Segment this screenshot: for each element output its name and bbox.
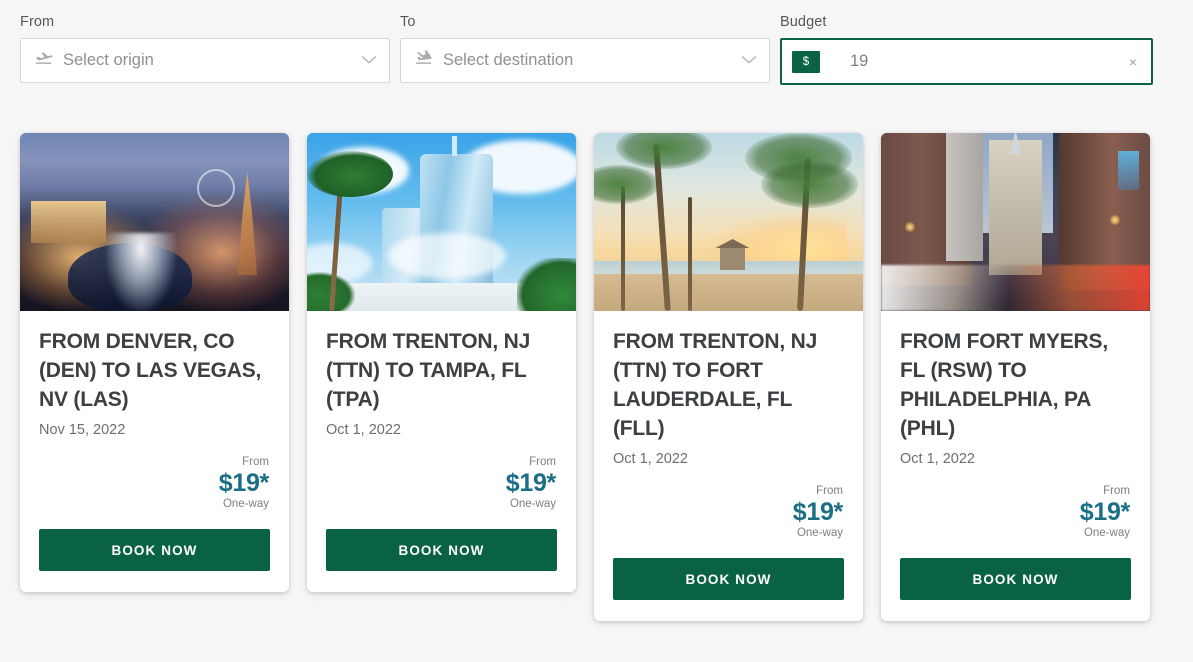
deal-date: Nov 15, 2022 <box>39 422 126 438</box>
plane-departure-icon <box>35 50 53 71</box>
origin-label: From <box>20 14 55 30</box>
deal-price-block: From $19* One-way <box>326 455 557 511</box>
price-oneway-label: One-way <box>509 498 556 510</box>
chevron-down-icon[interactable] <box>361 52 377 70</box>
origin-select[interactable]: Select origin <box>20 38 390 83</box>
price-from-label: From <box>529 456 556 468</box>
deal-card-body: FROM TRENTON, NJ (TTN) TO TAMPA, FL (TPA… <box>307 311 576 511</box>
deal-photo <box>20 133 289 311</box>
deal-photo <box>594 133 863 311</box>
deal-card[interactable]: FROM FORT MYERS, FL (RSW) TO PHILADELPHI… <box>881 133 1150 621</box>
deal-card-body: FROM DENVER, CO (DEN) TO LAS VEGAS, NV (… <box>20 311 289 511</box>
destination-select[interactable]: Select destination <box>400 38 770 83</box>
budget-field-group: Budget $ × <box>780 14 1153 85</box>
deal-card[interactable]: FROM TRENTON, NJ (TTN) TO TAMPA, FL (TPA… <box>307 133 576 592</box>
deal-date: Oct 1, 2022 <box>900 451 975 467</box>
plane-arrival-icon <box>415 50 433 71</box>
destination-label: To <box>400 14 416 30</box>
deal-card[interactable]: FROM DENVER, CO (DEN) TO LAS VEGAS, NV (… <box>20 133 289 592</box>
price-amount: $19* <box>1079 498 1131 526</box>
deal-cta-wrapper: BOOK NOW <box>307 511 576 592</box>
flight-deals-page: From Select origin To Select destination… <box>0 0 1193 662</box>
deal-price-block: From $19* One-way <box>900 484 1131 540</box>
deal-date: Oct 1, 2022 <box>613 451 688 467</box>
budget-input[interactable] <box>820 51 1127 72</box>
book-now-button[interactable]: BOOK NOW <box>326 529 557 571</box>
price-from-label: From <box>242 456 269 468</box>
book-now-button[interactable]: BOOK NOW <box>900 558 1131 600</box>
search-filter-bar: From Select origin To Select destination… <box>0 0 1193 120</box>
deal-title: FROM TRENTON, NJ (TTN) TO TAMPA, FL (TPA… <box>326 330 531 411</box>
deal-price-block: From $19* One-way <box>39 455 270 511</box>
deal-photo <box>881 133 1150 311</box>
deal-card-body: FROM TRENTON, NJ (TTN) TO FORT LAUDERDAL… <box>594 311 863 540</box>
price-oneway-label: One-way <box>796 527 843 539</box>
price-oneway-label: One-way <box>222 498 269 510</box>
price-amount: $19* <box>505 469 557 497</box>
currency-symbol-badge: $ <box>792 50 820 73</box>
origin-field-group: From Select origin <box>20 14 390 83</box>
origin-placeholder: Select origin <box>63 51 154 69</box>
deal-title: FROM FORT MYERS, FL (RSW) TO PHILADELPHI… <box>900 330 1108 440</box>
deal-cta-wrapper: BOOK NOW <box>594 540 863 621</box>
chevron-down-icon[interactable] <box>741 52 757 70</box>
clear-budget-icon[interactable]: × <box>1127 55 1139 69</box>
price-oneway-label: One-way <box>1083 527 1130 539</box>
deal-date: Oct 1, 2022 <box>326 422 401 438</box>
price-amount: $19* <box>218 469 270 497</box>
deal-price-block: From $19* One-way <box>613 484 844 540</box>
book-now-button[interactable]: BOOK NOW <box>39 529 270 571</box>
budget-label: Budget <box>780 14 827 30</box>
price-from-label: From <box>816 485 843 497</box>
deal-photo <box>307 133 576 311</box>
destination-placeholder: Select destination <box>443 51 574 69</box>
budget-input-wrapper[interactable]: $ × <box>780 38 1153 85</box>
price-amount: $19* <box>792 498 844 526</box>
deal-title: FROM DENVER, CO (DEN) TO LAS VEGAS, NV (… <box>39 330 262 411</box>
price-from-label: From <box>1103 485 1130 497</box>
deal-title: FROM TRENTON, NJ (TTN) TO FORT LAUDERDAL… <box>613 330 818 440</box>
deal-cta-wrapper: BOOK NOW <box>20 511 289 592</box>
deal-cta-wrapper: BOOK NOW <box>881 540 1150 621</box>
deal-card-body: FROM FORT MYERS, FL (RSW) TO PHILADELPHI… <box>881 311 1150 540</box>
destination-field-group: To Select destination <box>400 14 770 83</box>
book-now-button[interactable]: BOOK NOW <box>613 558 844 600</box>
deal-card[interactable]: FROM TRENTON, NJ (TTN) TO FORT LAUDERDAL… <box>594 133 863 621</box>
